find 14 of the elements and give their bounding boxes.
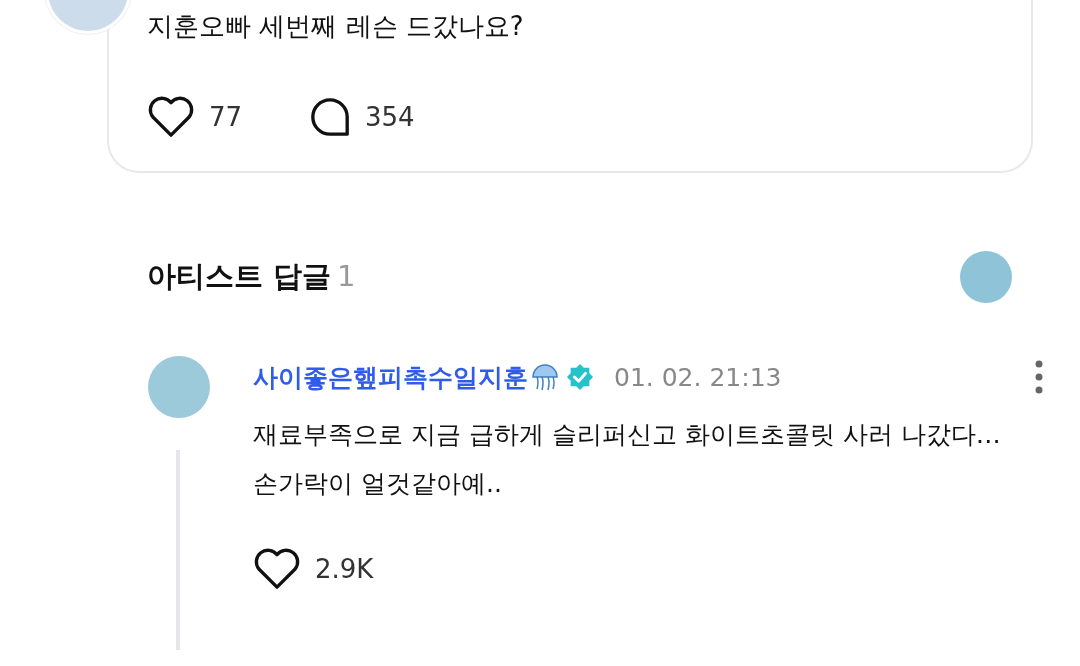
section-title: 아티스트 답글 <box>147 258 332 295</box>
heart-icon[interactable] <box>147 96 195 138</box>
like-count: 77 <box>209 102 244 132</box>
reply-text: 재료부족으로 지금 급하게 슬리퍼신고 화이트초콜릿 사러 나갔다… 손가락이 얼것같아예.. <box>253 419 1002 500</box>
comment-count: 354 <box>365 102 416 132</box>
reply-time: 01. 02. 21:13 <box>614 362 782 392</box>
jellyfish-icon <box>530 362 560 392</box>
more-icon[interactable] <box>1035 360 1043 394</box>
comment-icon[interactable] <box>309 96 351 138</box>
heart-icon[interactable] <box>253 548 301 590</box>
reply-count: 1 <box>337 259 356 293</box>
post-text: 지훈오빠 세번째 레슨 드갔나요? <box>147 10 525 43</box>
author-name[interactable]: 사이좋은햎피촉수일지훈 <box>253 360 528 394</box>
like-count: 2.9K <box>315 554 375 584</box>
